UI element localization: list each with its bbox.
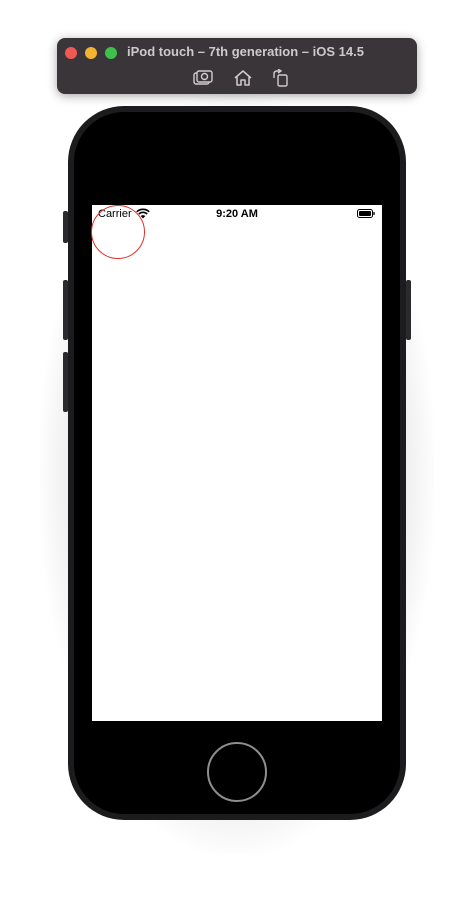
rotate-icon[interactable]	[271, 69, 291, 87]
window-title: iPod touch – 7th generation – iOS 14.5	[127, 44, 364, 59]
minimize-window-button[interactable]	[85, 47, 97, 59]
touch-indicator	[91, 205, 145, 259]
simulator-titlebar: iPod touch – 7th generation – iOS 14.5	[57, 38, 417, 94]
battery-icon	[357, 209, 375, 218]
device-screen[interactable]: Carrier 9:20 AM	[92, 205, 382, 721]
zoom-window-button[interactable]	[105, 47, 117, 59]
power-button[interactable]	[406, 280, 411, 340]
home-button[interactable]	[207, 742, 267, 802]
close-window-button[interactable]	[65, 47, 77, 59]
screenshot-icon[interactable]	[193, 69, 213, 87]
home-icon[interactable]	[233, 69, 253, 87]
